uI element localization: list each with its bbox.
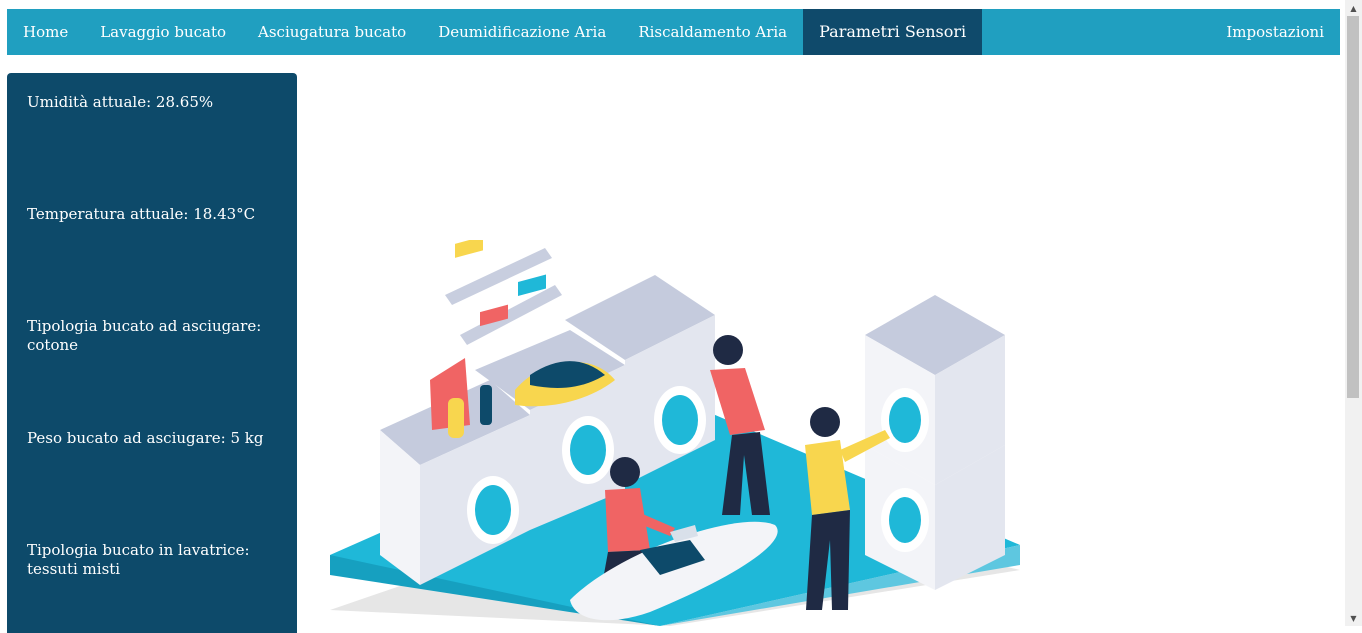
nav-asciugatura-bucato[interactable]: Asciugatura bucato — [242, 9, 422, 55]
laundry-room-illustration — [330, 240, 1020, 626]
sensor-humidity: Umidità attuale: 28.65% — [27, 93, 277, 112]
sensor-drying-type-label: Tipologia bucato ad asciugare: — [27, 317, 262, 335]
nav-impostazioni[interactable]: Impostazioni — [1210, 9, 1340, 55]
sensor-drying-type: Tipologia bucato ad asciugare: cotone — [27, 317, 277, 355]
nav-riscaldamento-aria[interactable]: Riscaldamento Aria — [622, 9, 803, 55]
sensor-humidity-label: Umidità attuale: — [27, 93, 152, 111]
sensor-temperature-value: 18.43°C — [193, 205, 256, 223]
sensor-washer-type-value: tessuti misti — [27, 560, 121, 578]
sensor-drying-weight-label: Peso bucato ad asciugare: — [27, 429, 226, 447]
scroll-thumb[interactable] — [1347, 16, 1359, 398]
sensor-drying-weight: Peso bucato ad asciugare: 5 kg — [27, 429, 277, 448]
nav-deumidificazione-aria[interactable]: Deumidificazione Aria — [422, 9, 622, 55]
sensor-temperature-label: Temperatura attuale: — [27, 205, 189, 223]
sensor-drying-weight-value: 5 kg — [230, 429, 264, 447]
top-navbar: Home Lavaggio bucato Asciugatura bucato … — [7, 9, 1340, 55]
page-scrollbar[interactable]: ▲ ▼ — [1345, 0, 1362, 626]
sensor-sidebar: Umidità attuale: 28.65% Temperatura attu… — [7, 73, 297, 633]
scroll-up-icon[interactable]: ▲ — [1345, 0, 1362, 16]
nav-lavaggio-bucato[interactable]: Lavaggio bucato — [84, 9, 242, 55]
scroll-down-icon[interactable]: ▼ — [1345, 610, 1362, 626]
sensor-washer-type: Tipologia bucato in lavatrice: tessuti m… — [27, 541, 277, 579]
sensor-washer-type-label: Tipologia bucato in lavatrice: — [27, 541, 250, 559]
sensor-humidity-value: 28.65% — [155, 93, 214, 111]
nav-parametri-sensori[interactable]: Parametri Sensori — [803, 9, 983, 55]
sensor-drying-type-value: cotone — [27, 336, 79, 354]
nav-home[interactable]: Home — [7, 9, 84, 55]
sensor-temperature: Temperatura attuale: 18.43°C — [27, 205, 277, 224]
